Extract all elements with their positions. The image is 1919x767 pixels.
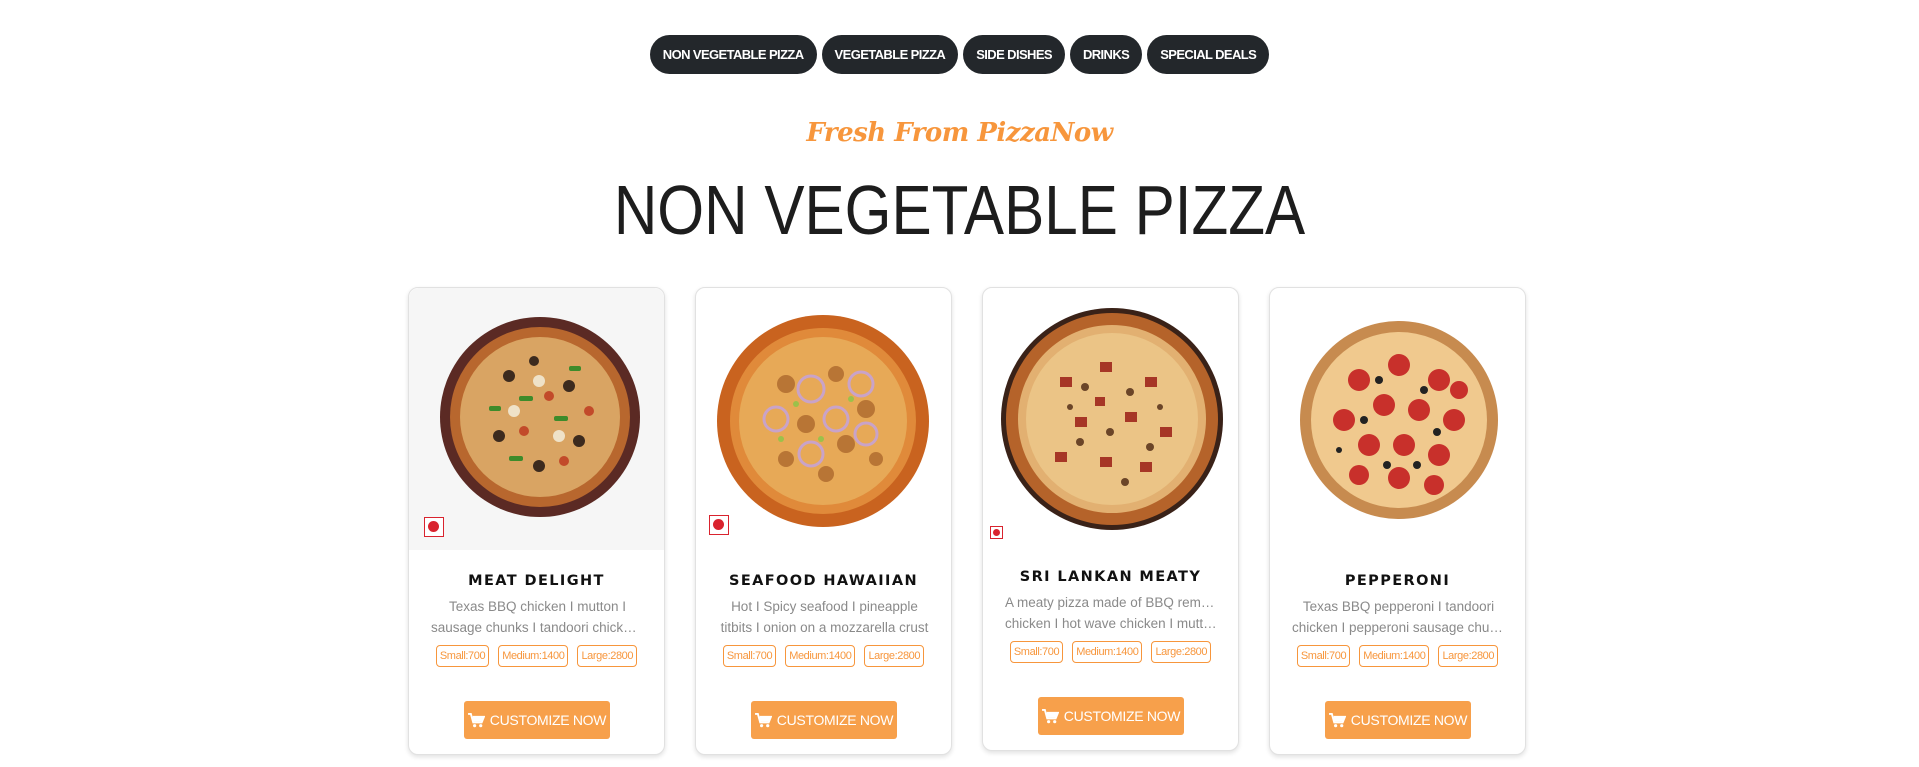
- customize-now-button[interactable]: CUSTOMIZE NOW: [751, 701, 897, 739]
- non-veg-mark-icon: [990, 526, 1003, 539]
- price-small: Small:700: [435, 645, 490, 667]
- category-tabs: NON VEGETABLE PIZZA VEGETABLE PIZZA SIDE…: [0, 35, 1919, 74]
- non-veg-mark-icon: [424, 517, 444, 537]
- section-subtitle: Fresh From PizzaNow: [806, 118, 1113, 148]
- product-description: Hot I Spicy seafood I pineapple titbits …: [720, 599, 929, 635]
- product-image: [696, 288, 951, 550]
- tab-special-deals[interactable]: SPECIAL DEALS: [1147, 35, 1270, 74]
- tab-side-dishes[interactable]: SIDE DISHES: [963, 35, 1065, 74]
- price-small: Small:700: [1296, 645, 1351, 667]
- pizza-image: [717, 315, 929, 527]
- product-name: SRI LANKAN MEATY: [1019, 569, 1202, 585]
- pizza-image: [1001, 308, 1223, 530]
- customize-now-button[interactable]: CUSTOMIZE NOW: [464, 701, 610, 739]
- product-name: PEPPERONI: [1344, 573, 1451, 589]
- tab-non-vegetable-pizza[interactable]: NON VEGETABLE PIZZA: [649, 35, 817, 74]
- size-prices: Small:700 Medium:1400 Large:2800: [1270, 645, 1525, 667]
- price-medium: Medium:1400: [498, 645, 569, 667]
- product-description: Texas BBQ pepperoni I tandoori chicken I…: [1292, 599, 1505, 635]
- section-title: NON VEGETABLE PIZZA: [613, 171, 1306, 249]
- price-medium: Medium:1400: [1072, 641, 1143, 663]
- price-medium: Medium:1400: [1359, 645, 1430, 667]
- price-large: Large:2800: [1151, 641, 1212, 663]
- product-card-pepperoni: PEPPERONI Texas BBQ pepperoni I tandoori…: [1269, 287, 1526, 755]
- shopping-cart-icon: [1041, 708, 1059, 723]
- price-large: Large:2800: [577, 645, 638, 667]
- price-large: Large:2800: [1438, 645, 1499, 667]
- product-description: Texas BBQ chicken I mutton I sausage chu…: [431, 599, 644, 635]
- shopping-cart-icon: [754, 712, 772, 727]
- pizza-image: [1300, 321, 1498, 519]
- product-card-seafood-hawaiian: SEAFOOD HAWAIIAN Hot I Spicy seafood I p…: [695, 287, 952, 755]
- non-veg-mark-icon: [709, 515, 729, 535]
- product-name: MEAT DELIGHT: [468, 573, 605, 589]
- price-small: Small:700: [722, 645, 777, 667]
- shopping-cart-icon: [1328, 712, 1346, 727]
- price-medium: Medium:1400: [785, 645, 856, 667]
- size-prices: Small:700 Medium:1400 Large:2800: [409, 645, 664, 667]
- price-small: Small:700: [1009, 641, 1064, 663]
- product-card-meat-delight: MEAT DELIGHT Texas BBQ chicken I mutton …: [408, 287, 665, 755]
- shopping-cart-icon: [467, 712, 485, 727]
- product-image: [983, 288, 1238, 550]
- product-image: [1270, 288, 1525, 550]
- size-prices: Small:700 Medium:1400 Large:2800: [983, 641, 1238, 663]
- customize-now-button[interactable]: CUSTOMIZE NOW: [1325, 701, 1471, 739]
- price-large: Large:2800: [864, 645, 925, 667]
- tab-vegetable-pizza[interactable]: VEGETABLE PIZZA: [821, 35, 959, 74]
- size-prices: Small:700 Medium:1400 Large:2800: [696, 645, 951, 667]
- product-name: SEAFOOD HAWAIIAN: [728, 573, 919, 589]
- product-image: [409, 288, 664, 550]
- tab-drinks[interactable]: DRINKS: [1069, 35, 1143, 74]
- product-description: A meaty pizza made of BBQ remedy chicken…: [1005, 595, 1218, 631]
- product-card-sri-lankan-meaty: SRI LANKAN MEATY A meaty pizza made of B…: [982, 287, 1239, 751]
- pizza-image: [440, 317, 640, 517]
- customize-now-button[interactable]: CUSTOMIZE NOW: [1038, 697, 1184, 735]
